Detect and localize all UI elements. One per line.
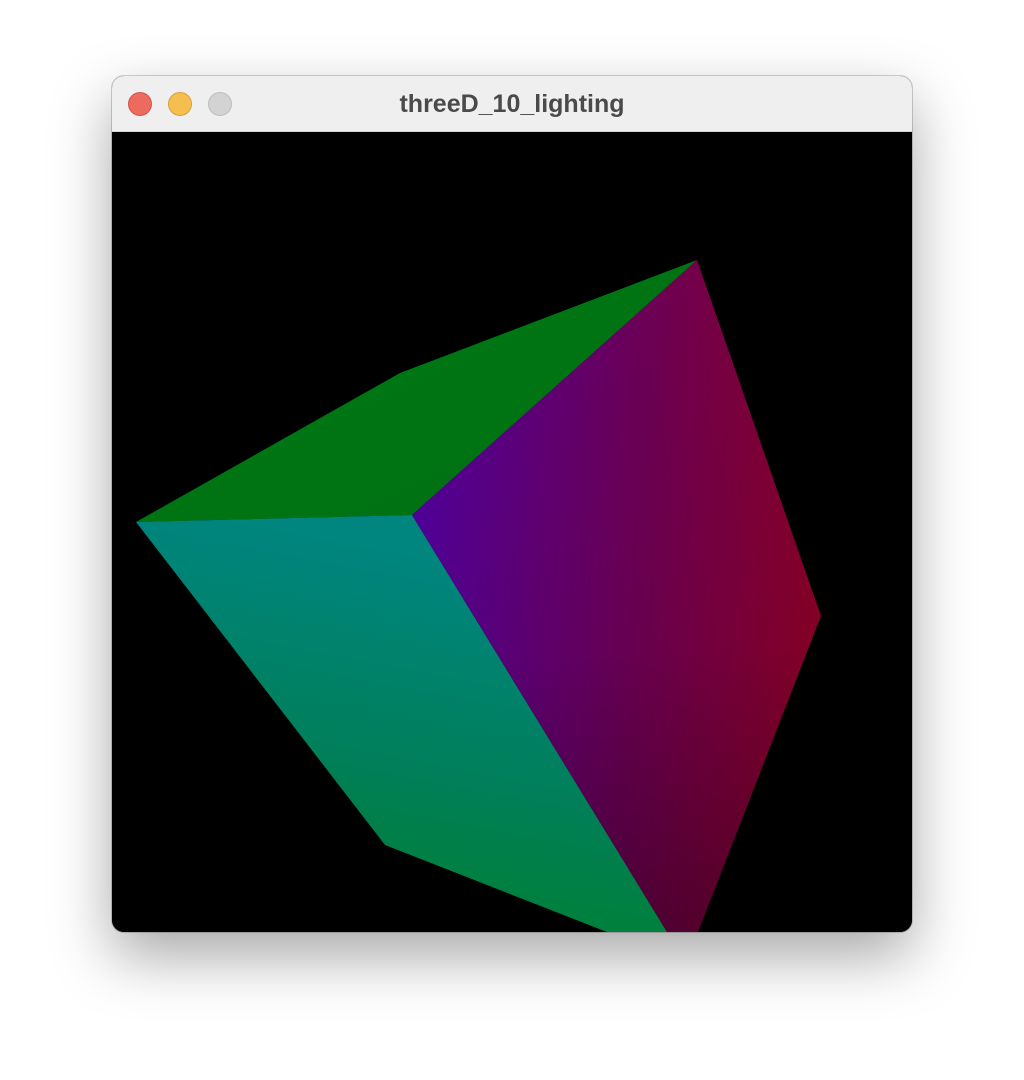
cube-scene — [136, 260, 821, 932]
app-window: threeD_10_lighting — [112, 76, 912, 932]
window-title: threeD_10_lighting — [399, 90, 625, 118]
title-bar[interactable]: threeD_10_lighting — [112, 76, 912, 132]
render-canvas[interactable] — [112, 132, 912, 932]
